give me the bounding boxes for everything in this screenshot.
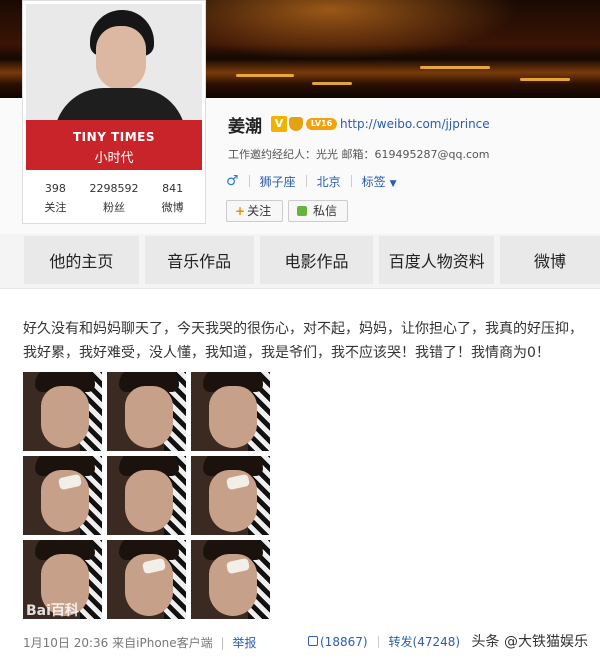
profile-home-link[interactable]: http://weibo.com/jjprince [340,117,490,131]
plus-icon: + [235,204,246,218]
city-link[interactable]: 北京 [317,173,341,190]
tab-music[interactable]: 音乐作品 [144,236,254,284]
cover-glint [312,82,352,85]
brand-line-2: 小时代 [94,151,134,166]
caret-down-icon: ▼ [389,178,397,189]
verified-icon[interactable]: V [271,116,287,132]
post-photo[interactable] [191,456,270,535]
post-photo[interactable] [191,540,270,619]
tab-movies[interactable]: 电影作品 [259,236,374,284]
divider: | [220,636,225,650]
stat-posts[interactable]: 841 微博 [143,179,202,221]
divider [305,175,307,187]
zodiac-link[interactable]: 狮子座 [260,173,296,190]
post-text: 好久没有和妈妈聊天了，今天我哭的很伤心，对不起，妈妈，让你担心了，我真的好压抑，… [23,321,583,361]
male-icon: ♂ [226,173,239,189]
post-photo[interactable] [107,372,186,451]
tab-weibo[interactable]: 微博 [500,236,600,284]
divider [377,635,379,648]
avatar-brand-strip: TINY TIMES 小时代 [26,120,202,170]
avatar-face [96,26,146,90]
brand-line-1: TINY TIMES [73,130,155,144]
crown-icon[interactable] [289,117,303,131]
stat-followers[interactable]: 2298592 粉丝 [85,179,144,221]
like-button[interactable]: (18867) [308,635,368,649]
message-button[interactable]: 私信 [288,200,348,222]
thumbs-up-icon [308,635,318,646]
repost-button[interactable]: 转发(47248) [389,633,461,650]
report-link[interactable]: 举报 [232,636,256,650]
profile-tags-row: ♂ 狮子座 北京 标签 ▼ [226,172,397,190]
profile-name: 姜潮 [228,117,262,137]
like-count: (18867) [320,634,368,649]
source-credit: 头条 @大铁猫娱乐 [471,634,588,650]
divider [350,175,352,187]
tags-dropdown[interactable]: 标签 ▼ [362,173,397,190]
stat-label: 关注 [44,201,67,214]
post-actions: (18867) 转发(47248) [308,633,460,650]
cover-glint [420,66,490,69]
avatar-card: TINY TIMES 小时代 398 关注 2298592 粉丝 841 微博 [22,0,206,224]
post-photo[interactable] [23,456,102,535]
stats-row: 398 关注 2298592 粉丝 841 微博 [26,179,202,221]
post-photo[interactable] [107,540,186,619]
level-badge[interactable]: LV16 [306,118,337,130]
tab-baidu-profile[interactable]: 百度人物资料 [379,236,495,284]
photo-grid [23,372,271,624]
cover-glint [236,74,294,77]
post-photo[interactable] [191,372,270,451]
post-photo[interactable] [107,456,186,535]
post-date[interactable]: 1月10日 20:36 [23,636,108,650]
avatar[interactable]: TINY TIMES 小时代 [26,4,202,170]
post-photo[interactable] [23,372,102,451]
stat-number: 2298592 [89,182,139,195]
follow-label: 关注 [247,204,272,218]
baidu-watermark: Bai百科 [26,603,79,619]
stat-number: 398 [44,182,66,195]
post-source: 来自iPhone客户端 [112,636,213,650]
divider [248,175,250,187]
tab-home[interactable]: 他的主页 [24,236,139,284]
cover-glint [520,78,570,81]
stat-label: 微博 [161,201,184,214]
message-label: 私信 [313,204,338,218]
profile-tabs: 他的主页 音乐作品 电影作品 百度人物资料 微博 [24,236,600,284]
message-icon [297,206,307,216]
stat-label: 粉丝 [103,201,125,214]
post-meta: 1月10日 20:36 来自iPhone客户端 | 举报 [23,634,256,651]
tags-label: 标签 [361,174,386,189]
agent-info: 工作邀约经纪人：光光 邮箱：619495287@qq.com [228,148,490,161]
stat-following[interactable]: 398 关注 [26,179,85,221]
follow-button[interactable]: + 关注 [226,200,283,222]
stat-number: 841 [162,182,184,195]
